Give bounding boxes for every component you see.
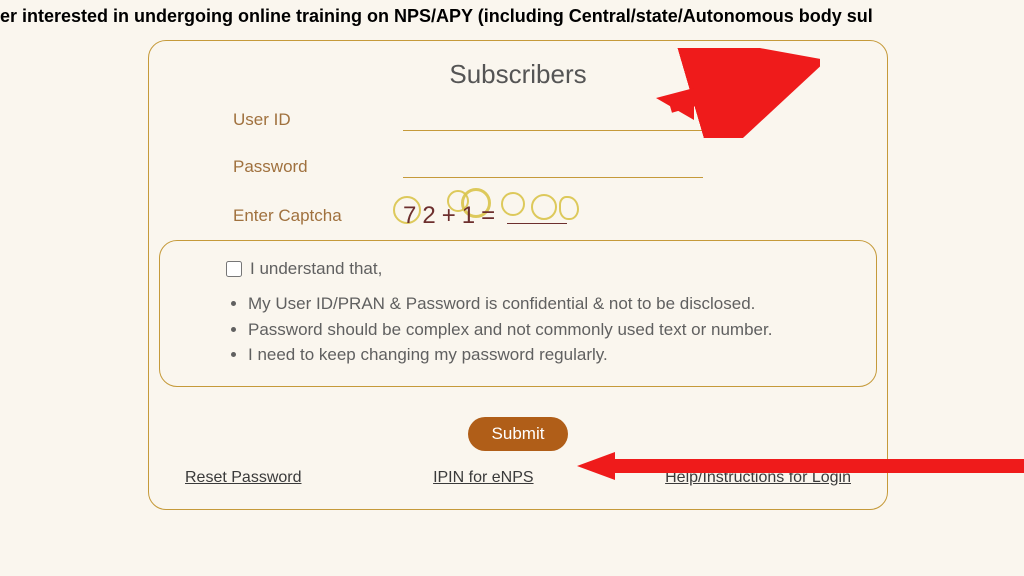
ipin-link[interactable]: IPIN for eNPS — [433, 469, 533, 487]
password-label: Password — [233, 157, 403, 177]
submit-button[interactable]: Submit — [468, 417, 569, 451]
reset-password-link[interactable]: Reset Password — [185, 469, 302, 487]
disclosure-item: I need to keep changing my password regu… — [248, 342, 848, 368]
arrow-annotation-icon — [575, 448, 1024, 488]
captcha-image: 7 2 + 1 = — [403, 202, 567, 230]
understand-checkbox[interactable] — [226, 261, 242, 277]
captcha-label: Enter Captcha — [233, 206, 403, 226]
page-banner: er interested in undergoing online train… — [0, 0, 1024, 27]
disclosure-item: My User ID/PRAN & Password is confidenti… — [248, 291, 848, 317]
arrow-annotation-icon — [650, 48, 820, 138]
disclosure-list: My User ID/PRAN & Password is confidenti… — [188, 291, 848, 368]
captcha-row: Enter Captcha 7 2 + 1 = — [177, 202, 859, 230]
disclosure-item: Password should be complex and not commo… — [248, 317, 848, 343]
password-input[interactable] — [403, 155, 703, 178]
user-id-label: User ID — [233, 110, 403, 130]
understand-label: I understand that, — [250, 259, 382, 279]
password-row: Password — [177, 155, 859, 178]
disclosure-box: I understand that, My User ID/PRAN & Pas… — [159, 240, 877, 387]
